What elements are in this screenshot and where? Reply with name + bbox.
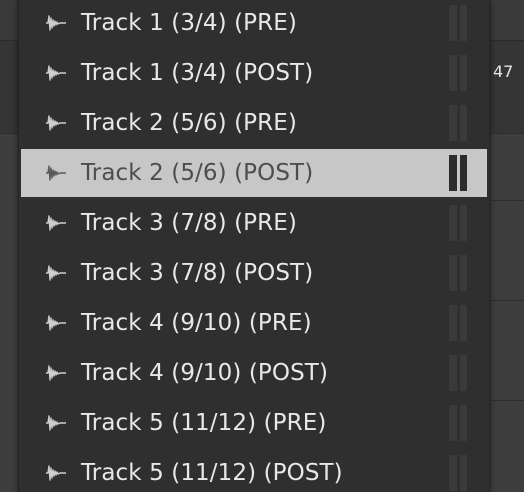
level-meter-icon (449, 55, 467, 91)
menu-item-label: Track 5 (11/12) (POST) (81, 460, 343, 486)
menu-item-track-source[interactable]: Track 2 (5/6) (POST) (21, 149, 487, 197)
level-meter-bar (459, 155, 467, 191)
menu-item-label: Track 2 (5/6) (PRE) (81, 110, 297, 136)
waveform-icon (45, 264, 67, 282)
level-meter-bar (449, 105, 457, 141)
level-meter-bar (449, 155, 457, 191)
waveform-icon (45, 464, 67, 482)
level-meter-bar (459, 255, 467, 291)
level-meter-bar (449, 455, 457, 491)
level-meter-bar (459, 105, 467, 141)
level-meter-bar (449, 355, 457, 391)
level-meter-icon (449, 5, 467, 41)
menu-item-label: Track 2 (5/6) (POST) (81, 160, 314, 186)
level-meter-bar (459, 55, 467, 91)
level-meter-icon (449, 205, 467, 241)
menu-item-label: Track 1 (3/4) (POST) (81, 60, 314, 86)
menu-item-label: Track 3 (7/8) (PRE) (81, 210, 297, 236)
waveform-icon (45, 164, 67, 182)
level-meter-icon (449, 255, 467, 291)
waveform-icon (45, 364, 67, 382)
menu-item-track-source[interactable]: Track 2 (5/6) (PRE) (21, 99, 487, 147)
waveform-icon (45, 214, 67, 232)
background-divider (490, 400, 524, 401)
level-meter-bar (449, 5, 457, 41)
level-meter-bar (449, 305, 457, 341)
level-meter-icon (449, 355, 467, 391)
menu-item-track-source[interactable]: Track 1 (3/4) (POST) (21, 49, 487, 97)
level-meter-icon (449, 105, 467, 141)
waveform-icon (45, 14, 67, 32)
level-meter-bar (459, 305, 467, 341)
level-meter-bar (449, 255, 457, 291)
menu-item-track-source[interactable]: Track 3 (7/8) (POST) (21, 249, 487, 297)
waveform-icon (45, 414, 67, 432)
menu-item-label: Track 4 (9/10) (PRE) (81, 310, 312, 336)
level-meter-icon (449, 155, 467, 191)
level-meter-icon (449, 455, 467, 491)
level-meter-icon (449, 405, 467, 441)
level-meter-bar (449, 405, 457, 441)
menu-item-track-source[interactable]: Track 5 (11/12) (PRE) (21, 399, 487, 447)
level-meter-bar (449, 55, 457, 91)
waveform-icon (45, 114, 67, 132)
menu-item-label: Track 4 (9/10) (POST) (81, 360, 329, 386)
track-source-dropdown-menu[interactable]: Track 1 (3/4) (PRE) Track 1 (3/4) (POST) T… (18, 0, 490, 492)
background-divider (490, 300, 524, 301)
menu-item-label: Track 5 (11/12) (PRE) (81, 410, 327, 436)
level-meter-bar (459, 5, 467, 41)
level-meter-bar (459, 205, 467, 241)
menu-item-track-source[interactable]: Track 3 (7/8) (PRE) (21, 199, 487, 247)
level-meter-bar (459, 405, 467, 441)
menu-item-track-source[interactable]: Track 5 (11/12) (POST) (21, 449, 487, 492)
menu-item-label: Track 1 (3/4) (PRE) (81, 10, 297, 36)
waveform-icon (45, 64, 67, 82)
level-meter-bar (459, 355, 467, 391)
menu-item-track-source[interactable]: Track 1 (3/4) (PRE) (21, 0, 487, 47)
level-meter-bar (449, 205, 457, 241)
background-value-readout: 47 (493, 62, 514, 81)
menu-item-track-source[interactable]: Track 4 (9/10) (POST) (21, 349, 487, 397)
level-meter-icon (449, 305, 467, 341)
menu-item-track-source[interactable]: Track 4 (9/10) (PRE) (21, 299, 487, 347)
menu-item-label: Track 3 (7/8) (POST) (81, 260, 314, 286)
waveform-icon (45, 314, 67, 332)
background-divider (490, 200, 524, 201)
level-meter-bar (459, 455, 467, 491)
